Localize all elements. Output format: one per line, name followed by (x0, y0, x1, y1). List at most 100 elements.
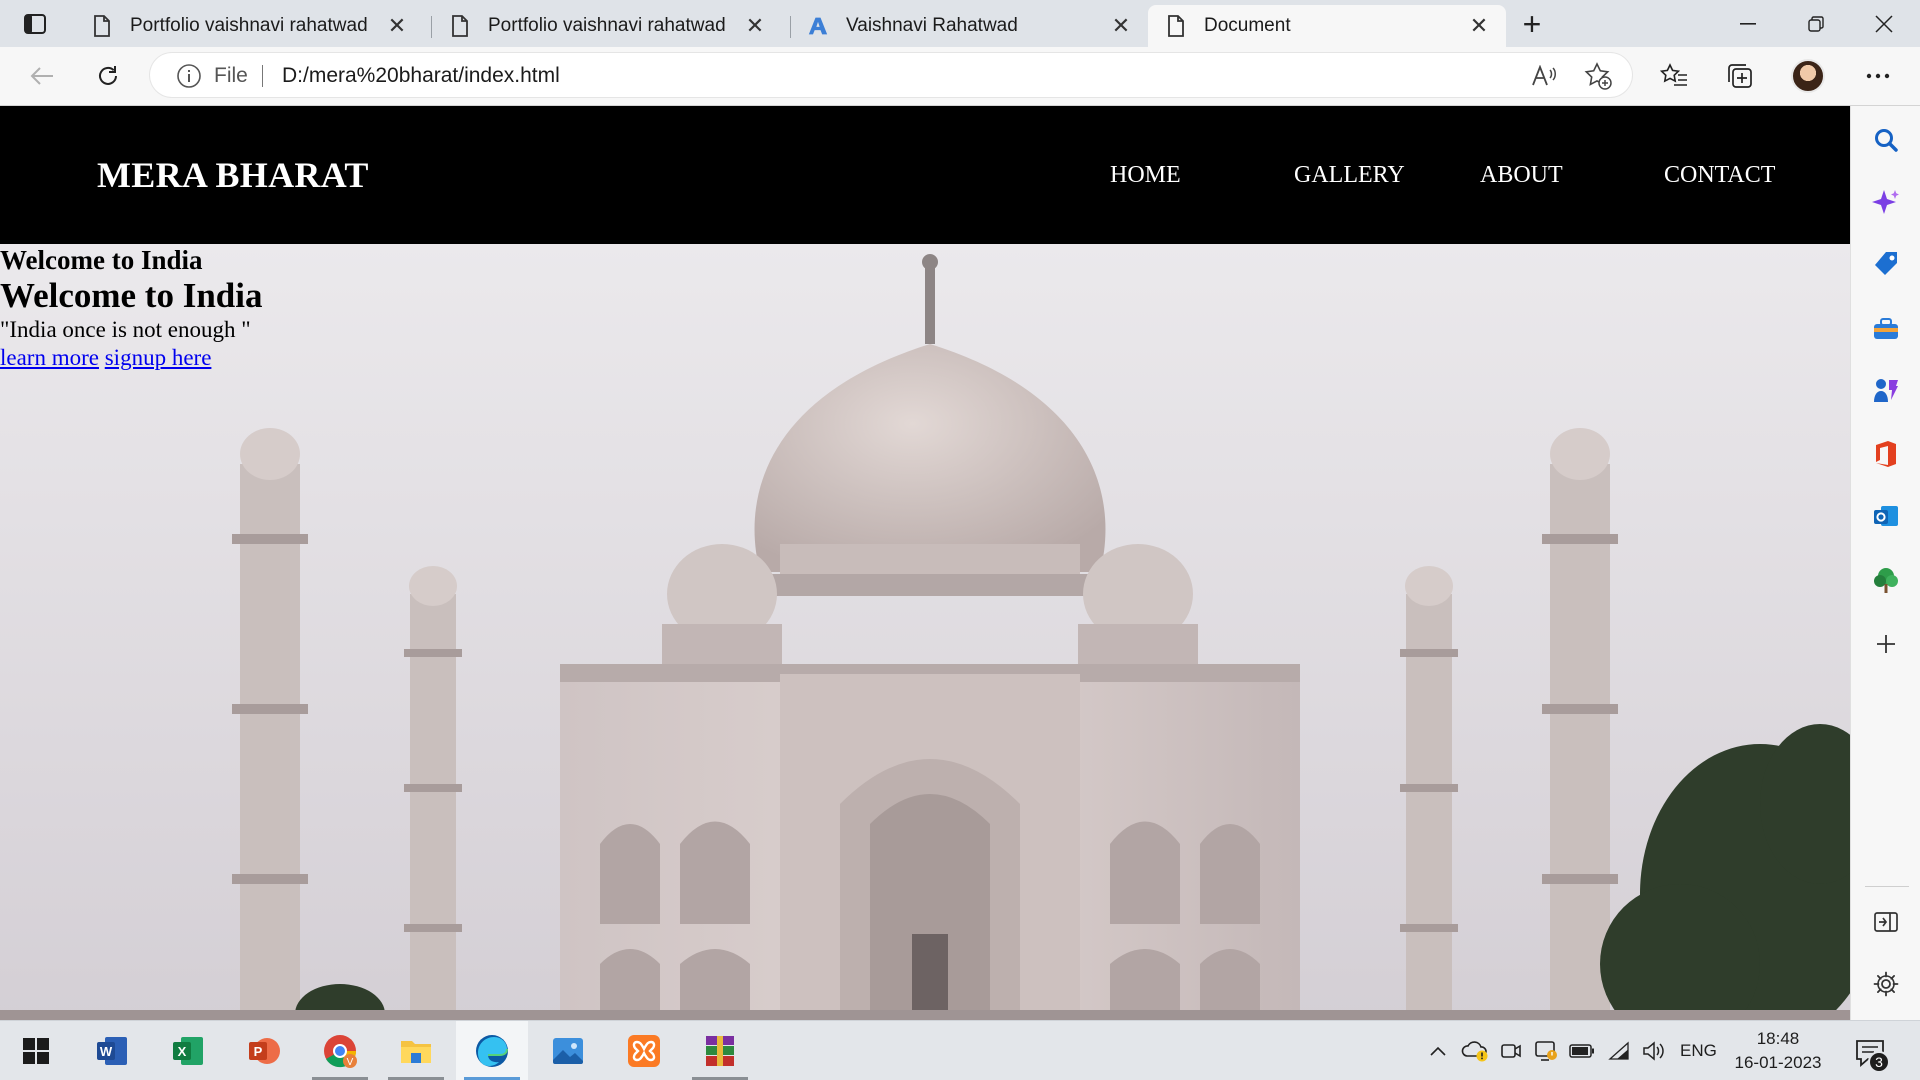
tab-title: Vaishnavi Rahatwad (846, 15, 1018, 36)
tab-title: Portfolio vaishnavi rahatwad (130, 15, 368, 36)
add-favorite-icon[interactable] (1584, 62, 1612, 90)
speaker-icon (1643, 1041, 1664, 1061)
nav-about[interactable]: ABOUT (1480, 162, 1563, 189)
page-icon (450, 14, 470, 38)
settings-more-button[interactable] (1858, 57, 1898, 95)
taskbar-powerpoint[interactable]: P (228, 1021, 300, 1080)
outlook-icon[interactable] (1868, 498, 1904, 534)
chrome-icon: V (324, 1035, 357, 1068)
nav-contact[interactable]: CONTACT (1664, 162, 1775, 189)
back-arrow-icon (30, 67, 53, 85)
tab-portfolio-1[interactable]: Portfolio vaishnavi rahatwad ✕ (74, 5, 424, 47)
taskbar-xampp[interactable] (608, 1021, 680, 1080)
taskbar-chrome[interactable]: V (304, 1021, 376, 1080)
restore-button[interactable] (1786, 6, 1846, 42)
welcome-heading-small: Welcome to India (0, 245, 203, 275)
language-indicator[interactable]: ENG (1680, 1041, 1717, 1061)
clock[interactable]: 18:48 16-01-2023 (1728, 1027, 1828, 1075)
add-icon[interactable] (1868, 626, 1904, 662)
svg-text:W: W (100, 1044, 113, 1059)
info-icon[interactable] (176, 63, 202, 89)
xampp-icon (628, 1035, 660, 1067)
collections-button[interactable] (1720, 57, 1760, 95)
volume-tray[interactable] (1640, 1037, 1668, 1065)
chevron-up-icon (1430, 1046, 1446, 1056)
close-icon (1875, 15, 1893, 33)
new-tab-button[interactable]: + (1514, 6, 1550, 42)
hero-text: Welcome to India Welcome to India "India… (0, 244, 262, 372)
page-icon (1166, 14, 1186, 38)
tab-portfolio-2[interactable]: Portfolio vaishnavi rahatwad ✕ (432, 5, 782, 47)
url-text[interactable]: D:/mera%20bharat/index.html (282, 64, 560, 88)
tab-close-icon[interactable]: ✕ (1108, 13, 1134, 39)
minimize-icon (1740, 23, 1756, 25)
learn-more-link[interactable]: learn more (0, 345, 99, 370)
welcome-heading-large: Welcome to India (0, 276, 263, 315)
sidebar-divider (1865, 886, 1909, 887)
tab-close-icon[interactable]: ✕ (384, 13, 410, 39)
office-icon[interactable] (1868, 436, 1904, 472)
refresh-icon (99, 66, 117, 85)
favorites-button[interactable] (1654, 57, 1694, 95)
taskbar-excel[interactable]: X (152, 1021, 224, 1080)
windows-taskbar: W X P V ENG 18:48 16-01-2023 3 (0, 1020, 1920, 1080)
meet-now-tray[interactable] (1498, 1037, 1524, 1065)
edge-icon (476, 1035, 508, 1067)
games-icon[interactable] (1868, 372, 1904, 408)
hero-links: learn more signup here (0, 344, 262, 372)
site-brand[interactable]: MERA BHARAT (97, 154, 369, 196)
taskbar-photos[interactable] (532, 1021, 604, 1080)
tree-icon[interactable] (1868, 562, 1904, 598)
tab-actions-button[interactable] (14, 10, 56, 38)
camera-icon (1501, 1044, 1521, 1058)
file-explorer-icon (401, 1041, 431, 1063)
battery-icon (1569, 1044, 1594, 1058)
start-button[interactable] (0, 1021, 72, 1080)
photos-icon (553, 1038, 583, 1064)
taskbar-edge[interactable] (456, 1021, 528, 1080)
taj-mahal-image (0, 244, 1850, 1020)
winrar-icon (706, 1036, 734, 1066)
copilot-icon[interactable] (1868, 184, 1904, 220)
tab-close-icon[interactable]: ✕ (742, 13, 768, 39)
tab-document[interactable]: Document ✕ (1148, 5, 1506, 47)
taskbar-winrar[interactable] (684, 1021, 756, 1080)
address-bar[interactable]: File D:/mera%20bharat/index.html (150, 53, 1632, 97)
edge-sidebar (1850, 106, 1920, 1020)
tab-title: Document (1204, 15, 1291, 36)
svg-text:V: V (347, 1057, 354, 1068)
shopping-tag-icon[interactable] (1868, 246, 1904, 282)
search-icon[interactable] (1868, 122, 1904, 158)
tab-vaishnavi[interactable]: Vaishnavi Rahatwad ✕ (790, 5, 1148, 47)
refresh-button[interactable] (88, 57, 128, 95)
profile-avatar[interactable] (1791, 59, 1825, 93)
notification-count-badge: 3 (1868, 1051, 1890, 1073)
sidebar-settings-icon[interactable] (1868, 966, 1904, 1002)
address-divider (262, 65, 263, 87)
favorites-icon (1660, 63, 1687, 86)
network-tray[interactable] (1606, 1037, 1634, 1065)
browser-toolbar: File D:/mera%20bharat/index.html (0, 47, 1920, 106)
windows-logo-icon (23, 1038, 49, 1064)
word-icon: W (97, 1037, 127, 1065)
battery-tray[interactable] (1568, 1037, 1596, 1065)
taskbar-file-explorer[interactable] (380, 1021, 452, 1080)
close-window-button[interactable] (1854, 6, 1914, 42)
hide-sidebar-icon[interactable] (1868, 904, 1904, 940)
nav-gallery[interactable]: GALLERY (1294, 162, 1405, 189)
tab-close-icon[interactable]: ✕ (1466, 13, 1492, 39)
onedrive-tray[interactable] (1460, 1037, 1490, 1065)
read-aloud-icon[interactable] (1530, 62, 1558, 90)
back-button[interactable] (22, 57, 62, 95)
taskbar-word[interactable]: W (76, 1021, 148, 1080)
onedrive-warning-icon (1461, 1041, 1488, 1062)
excel-icon: X (173, 1037, 203, 1065)
tab-strip: Portfolio vaishnavi rahatwad ✕ Portfolio… (0, 0, 1920, 47)
more-icon (1866, 73, 1890, 79)
show-hidden-icons-button[interactable] (1426, 1037, 1450, 1065)
tools-icon[interactable] (1868, 310, 1904, 346)
nav-home[interactable]: HOME (1110, 162, 1181, 189)
security-tray[interactable] (1532, 1037, 1560, 1065)
minimize-button[interactable] (1718, 6, 1778, 42)
signup-link[interactable]: signup here (105, 345, 212, 370)
